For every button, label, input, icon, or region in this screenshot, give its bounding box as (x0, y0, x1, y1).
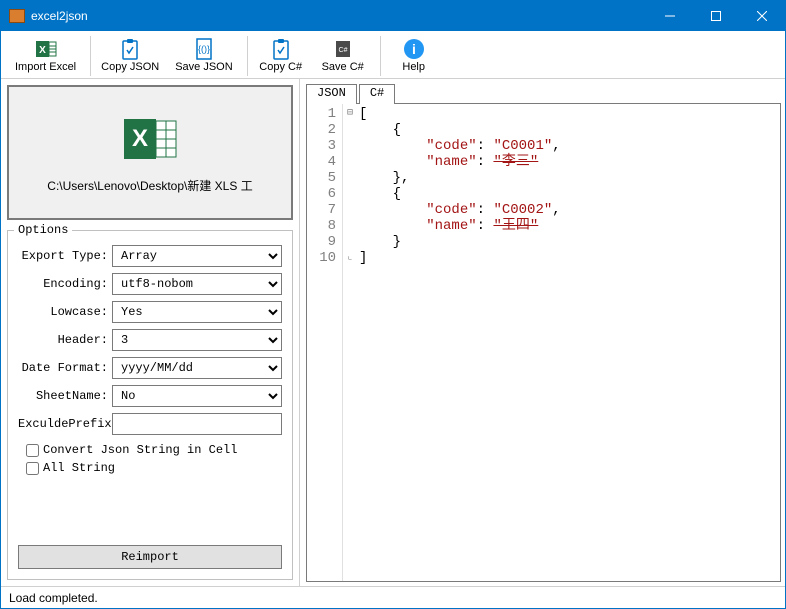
file-path: C:\Users\Lenovo\Desktop\新建 XLS 工 (47, 177, 252, 194)
exclude-prefix-label: ExculdePrefix: (18, 417, 112, 431)
convert-json-checkbox[interactable]: Convert Json String in Cell (26, 443, 282, 457)
status-text: Load completed. (9, 591, 98, 605)
help-label: Help (402, 61, 425, 73)
minimize-button[interactable] (647, 1, 693, 31)
copy-json-label: Copy JSON (101, 61, 159, 73)
copy-cs-button[interactable]: Copy C# (252, 36, 310, 75)
help-button[interactable]: i Help (385, 36, 443, 75)
svg-text:X: X (132, 125, 148, 152)
header-label: Header: (18, 333, 112, 347)
cs-file-icon: C# (332, 38, 354, 60)
svg-text:X: X (39, 45, 46, 56)
svg-text:i: i (412, 41, 416, 57)
save-cs-label: Save C# (322, 61, 364, 73)
date-format-row: Date Format: yyyy/MM/dd (18, 357, 282, 379)
export-type-row: Export Type: Array (18, 245, 282, 267)
lowcase-label: Lowcase: (18, 305, 112, 319)
save-json-button[interactable]: {()} Save JSON (169, 36, 238, 75)
svg-text:{()}: {()} (198, 44, 210, 54)
excel-icon: X (35, 38, 57, 60)
clipboard-icon (119, 38, 141, 60)
file-drop-box[interactable]: X C:\Users\Lenovo\Desktop\新建 XLS 工 (7, 85, 293, 220)
tab-csharp[interactable]: C# (359, 84, 395, 104)
export-type-select[interactable]: Array (112, 245, 282, 267)
date-format-select[interactable]: yyyy/MM/dd (112, 357, 282, 379)
maximize-button[interactable] (693, 1, 739, 31)
left-panel: X C:\Users\Lenovo\Desktop\新建 XLS 工 Optio… (1, 79, 299, 586)
import-excel-label: Import Excel (15, 61, 76, 73)
convert-json-label: Convert Json String in Cell (43, 443, 237, 457)
exclude-prefix-input[interactable] (112, 413, 282, 435)
encoding-select[interactable]: utf8-nobom (112, 273, 282, 295)
excel-logo-icon: X (122, 111, 178, 167)
options-group: Options Export Type: Array Encoding: utf… (7, 230, 293, 580)
sheet-name-label: SheetName: (18, 389, 112, 403)
all-string-checkbox[interactable]: All String (26, 461, 282, 475)
header-select[interactable]: 3 (112, 329, 282, 351)
encoding-label: Encoding: (18, 277, 112, 291)
separator (247, 36, 248, 76)
reimport-button[interactable]: Reimport (18, 545, 282, 569)
header-row: Header: 3 (18, 329, 282, 351)
content-area: X C:\Users\Lenovo\Desktop\新建 XLS 工 Optio… (1, 79, 785, 586)
copy-json-button[interactable]: Copy JSON (95, 36, 165, 75)
editor-tabs: JSON C# (306, 83, 781, 103)
export-type-label: Export Type: (18, 249, 112, 263)
tab-json[interactable]: JSON (306, 84, 357, 104)
convert-json-input[interactable] (26, 444, 39, 457)
date-format-label: Date Format: (18, 361, 112, 375)
sheet-name-select[interactable]: No (112, 385, 282, 407)
save-cs-button[interactable]: C# Save C# (314, 36, 372, 75)
lowcase-select[interactable]: Yes (112, 301, 282, 323)
fold-gutter: ⊟⌞ (343, 104, 357, 581)
options-legend: Options (14, 223, 72, 237)
window-controls (647, 1, 785, 31)
exclude-prefix-row: ExculdePrefix: (18, 413, 282, 435)
import-excel-button[interactable]: X Import Excel (9, 36, 82, 75)
app-icon (9, 9, 25, 23)
app-window: excel2json X Import Excel Copy JSON {()}… (0, 0, 786, 609)
encoding-row: Encoding: utf8-nobom (18, 273, 282, 295)
all-string-label: All String (43, 461, 115, 475)
line-number-gutter: 12345678910 (307, 104, 343, 581)
clipboard-icon (270, 38, 292, 60)
sheet-name-row: SheetName: No (18, 385, 282, 407)
right-panel: JSON C# 12345678910 ⊟⌞ [ { "code": "C000… (299, 79, 785, 586)
close-button[interactable] (739, 1, 785, 31)
titlebar: excel2json (1, 1, 785, 31)
separator (380, 36, 381, 76)
info-icon: i (403, 38, 425, 60)
code-content[interactable]: [ { "code": "C0001", "name": "李三" }, { "… (357, 104, 780, 581)
statusbar: Load completed. (1, 586, 785, 608)
copy-cs-label: Copy C# (259, 61, 302, 73)
lowcase-row: Lowcase: Yes (18, 301, 282, 323)
json-file-icon: {()} (193, 38, 215, 60)
all-string-input[interactable] (26, 462, 39, 475)
separator (90, 36, 91, 76)
code-editor[interactable]: 12345678910 ⊟⌞ [ { "code": "C0001", "nam… (306, 103, 781, 582)
toolbar: X Import Excel Copy JSON {()} Save JSON … (1, 31, 785, 79)
svg-text:C#: C# (338, 47, 347, 54)
window-title: excel2json (31, 9, 647, 23)
save-json-label: Save JSON (175, 61, 232, 73)
